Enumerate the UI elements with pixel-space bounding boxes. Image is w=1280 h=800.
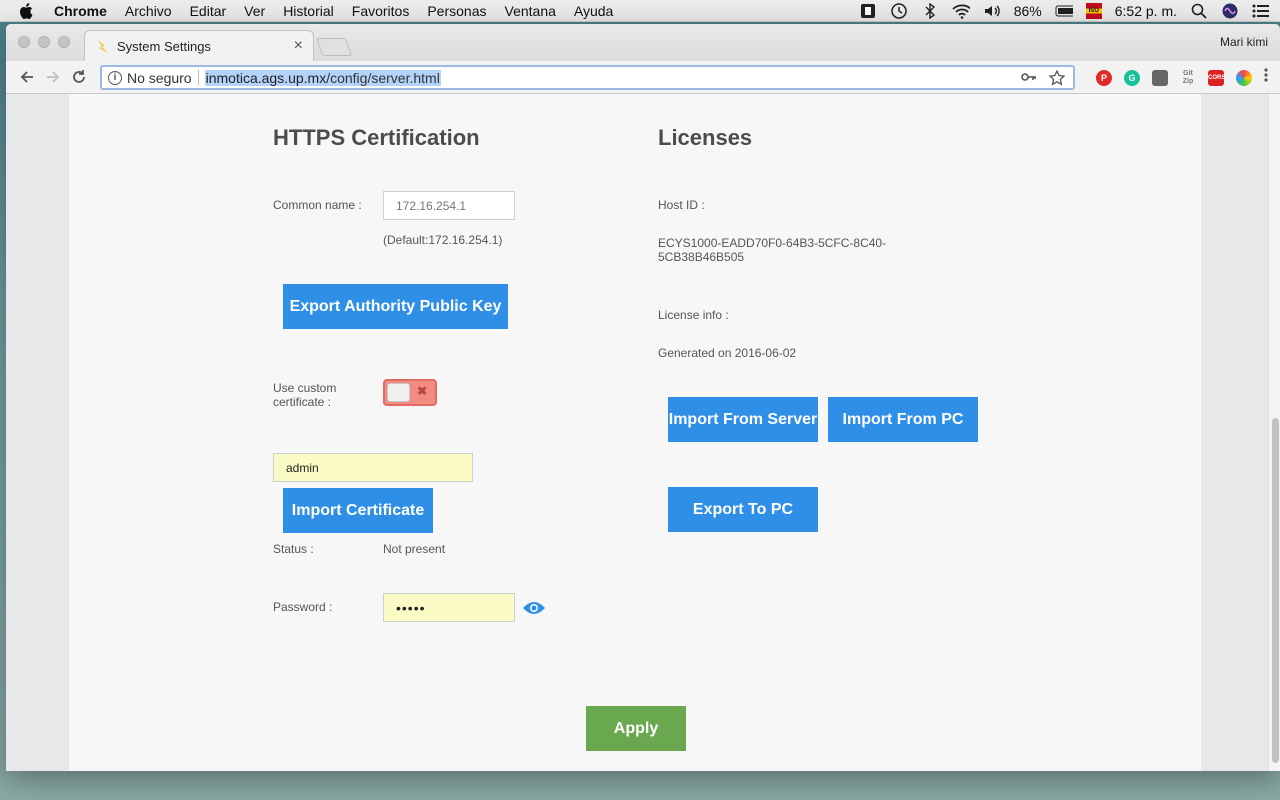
browser-toolbar: i No seguro inmotica.ags.up.mx/config/se…: [6, 61, 1280, 94]
input-source-flag-icon[interactable]: ISO: [1085, 3, 1102, 19]
import-from-server-button[interactable]: Import From Server: [668, 397, 818, 442]
menu-historial[interactable]: Historial: [283, 3, 334, 19]
window-controls: [18, 36, 70, 48]
menu-editar[interactable]: Editar: [190, 3, 227, 19]
page-scrollbar[interactable]: [1268, 94, 1280, 771]
lightning-favicon-icon: [95, 38, 111, 54]
notes-app-icon[interactable]: [859, 3, 877, 19]
license-info-label: License info :: [658, 308, 729, 322]
menu-archivo[interactable]: Archivo: [125, 3, 172, 19]
battery-percent[interactable]: 86%: [1014, 3, 1042, 19]
settings-panel: HTTPS Certification Common name : (Defau…: [69, 94, 1201, 771]
not-secure-label: No seguro: [127, 69, 192, 86]
gitzip-extension-icon[interactable]: Git Zip: [1180, 70, 1196, 86]
scrollbar-thumb[interactable]: [1272, 418, 1279, 763]
profile-name[interactable]: Mari kimi: [1220, 35, 1268, 49]
password-label: Password :: [273, 600, 333, 614]
page-viewport: HTTPS Certification Common name : (Defau…: [6, 94, 1280, 771]
menu-app-name[interactable]: Chrome: [54, 3, 107, 19]
address-bar[interactable]: i No seguro inmotica.ags.up.mx/config/se…: [100, 65, 1075, 90]
color-picker-extension-icon[interactable]: [1236, 69, 1252, 86]
forward-arrow-icon[interactable]: [40, 65, 66, 89]
reload-icon[interactable]: [66, 65, 92, 89]
toggle-knob: [387, 383, 410, 402]
menu-ver[interactable]: Ver: [244, 3, 265, 19]
tab-close-icon[interactable]: ×: [294, 37, 303, 55]
https-section-title: HTTPS Certification: [273, 125, 480, 150]
common-name-input[interactable]: [383, 191, 515, 220]
host-id-label: Host ID :: [658, 198, 705, 212]
show-password-eye-icon[interactable]: [522, 600, 546, 616]
toggle-off-x-icon: ✖: [416, 384, 427, 398]
url-text[interactable]: inmotica.ags.up.mx/config/server.html: [204, 69, 441, 86]
common-name-default-hint: (Default:172.16.254.1): [383, 233, 503, 247]
menubar-clock[interactable]: 6:52 p. m.: [1115, 3, 1177, 19]
tab-system-settings[interactable]: System Settings ×: [84, 30, 314, 61]
bookmark-star-icon[interactable]: [1048, 69, 1066, 89]
export-to-pc-button[interactable]: Export To PC: [668, 487, 818, 532]
macos-menubar: Chrome Archivo Editar Ver Historial Favo…: [0, 0, 1280, 22]
battery-icon[interactable]: [1055, 3, 1073, 19]
notification-center-icon[interactable]: [1252, 3, 1270, 19]
status-value: Not present: [383, 542, 446, 556]
licenses-section-title: Licenses: [658, 125, 753, 150]
time-machine-icon[interactable]: [890, 3, 908, 19]
custom-certificate-toggle[interactable]: ✖: [383, 379, 437, 406]
tab-title: System Settings: [117, 38, 211, 54]
new-tab-button[interactable]: [315, 38, 353, 56]
pinterest-extension-icon[interactable]: P: [1096, 69, 1112, 86]
extension-icons: P G Git Zip CORS: [1096, 67, 1268, 88]
grammarly-extension-icon[interactable]: G: [1124, 69, 1140, 86]
tab-strip: System Settings × Mari kimi: [6, 24, 1280, 61]
apply-button[interactable]: Apply: [586, 706, 686, 751]
site-info-icon[interactable]: i: [108, 70, 122, 85]
menu-ventana[interactable]: Ventana: [505, 3, 556, 19]
key-icon[interactable]: [1021, 70, 1037, 89]
browser-window: System Settings × Mari kimi i No seguro …: [6, 24, 1280, 771]
lightbulb-extension-icon[interactable]: [1152, 69, 1168, 86]
host-id-value-line1: ECYS1000-EADD70F0-64B3-5CFC-8C40-: [658, 236, 887, 250]
chrome-menu-icon[interactable]: [1264, 67, 1268, 88]
back-arrow-icon[interactable]: [14, 65, 40, 89]
import-certificate-button[interactable]: Import Certificate: [283, 488, 433, 533]
minimize-window-button[interactable]: [38, 36, 50, 48]
bluetooth-icon[interactable]: [921, 3, 939, 19]
menu-favoritos[interactable]: Favoritos: [352, 3, 410, 19]
certificate-name-input[interactable]: [273, 453, 473, 482]
zoom-window-button[interactable]: [58, 36, 70, 48]
apple-menu-icon[interactable]: [19, 2, 41, 19]
license-info-value: Generated on 2016-06-02: [658, 346, 797, 360]
menu-ayuda[interactable]: Ayuda: [574, 3, 613, 19]
import-from-pc-button[interactable]: Import From PC: [828, 397, 978, 442]
siri-icon[interactable]: [1221, 3, 1239, 19]
address-separator: [197, 70, 199, 85]
volume-icon[interactable]: [983, 3, 1001, 19]
status-label: Status :: [273, 542, 314, 556]
url-host: inmotica.ags.up.mx: [205, 69, 327, 86]
common-name-label: Common name :: [273, 198, 362, 212]
spotlight-search-icon[interactable]: [1190, 3, 1208, 19]
menu-personas[interactable]: Personas: [427, 3, 486, 19]
url-path: /config/server.html: [326, 69, 440, 86]
close-window-button[interactable]: [18, 36, 30, 48]
wifi-icon[interactable]: [952, 3, 970, 19]
export-authority-public-key-button[interactable]: Export Authority Public Key: [283, 284, 508, 329]
host-id-value-line2: 5CB38B46B505: [658, 250, 745, 264]
password-input[interactable]: [383, 593, 515, 622]
cors-extension-icon[interactable]: CORS: [1208, 69, 1225, 86]
custom-certificate-label: Use custom certificate :: [273, 381, 337, 409]
